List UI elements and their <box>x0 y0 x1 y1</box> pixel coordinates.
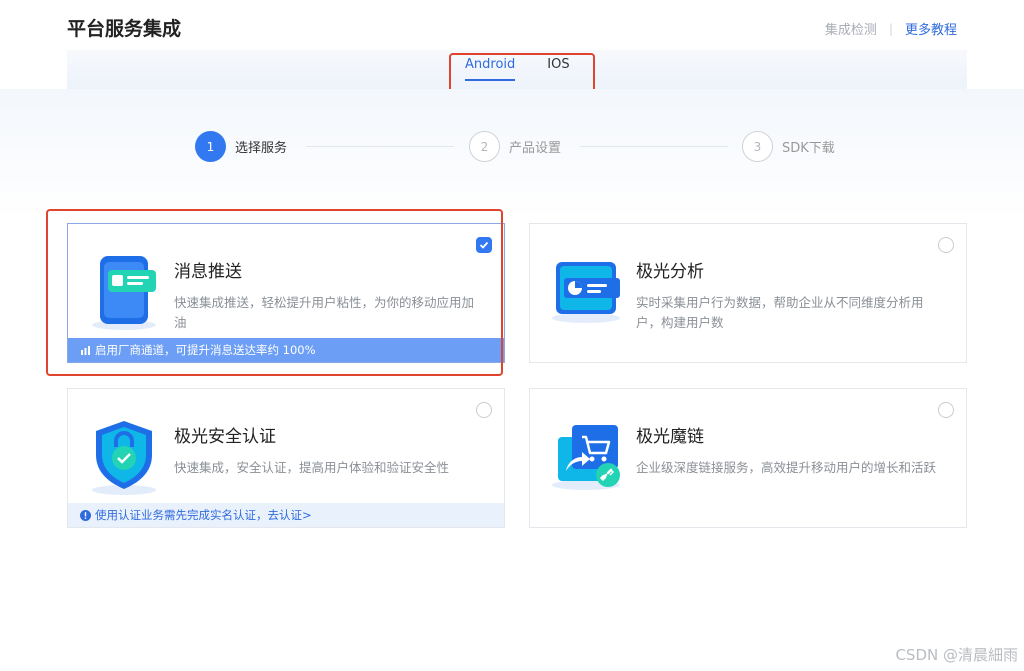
shield-lock-icon <box>90 417 162 501</box>
channel-icon <box>80 345 91 356</box>
card-description: 快速集成推送，轻松提升用户粘性，为你的移动应用加油 <box>174 295 475 330</box>
step-2: 2 产品设置 <box>469 131 561 162</box>
service-card-security[interactable]: 极光安全认证 快速集成，安全认证，提高用户体验和验证安全性 使用认证业务需先完成… <box>67 388 505 528</box>
info-icon <box>80 509 91 521</box>
phone-message-icon <box>90 252 162 336</box>
check-icon <box>479 241 489 249</box>
select-checkbox[interactable] <box>476 237 492 253</box>
step-3: 3 SDK下载 <box>742 131 835 162</box>
card-footer-notice[interactable]: 使用认证业务需先完成实名认证，去认证> <box>68 503 504 527</box>
tab-ios[interactable]: IOS <box>547 57 569 81</box>
card-title: 极光分析 <box>636 262 704 282</box>
step-1: 1 选择服务 <box>195 131 287 162</box>
select-checkbox[interactable] <box>938 402 954 418</box>
card-title: 消息推送 <box>174 262 242 282</box>
select-checkbox[interactable] <box>476 402 492 418</box>
select-checkbox[interactable] <box>938 237 954 253</box>
page-title: 平台服务集成 <box>67 18 182 40</box>
link-separator: | <box>888 21 893 36</box>
card-title: 极光安全认证 <box>174 427 276 447</box>
step-number: 2 <box>469 131 500 162</box>
header-links: 集成检测 | 更多教程 <box>825 19 957 39</box>
card-footer-notice: 启用厂商通道，可提升消息送达率约 100% <box>68 338 504 362</box>
cart-link-icon <box>550 421 626 497</box>
card-description: 企业级深度链接服务，高效提升移动用户的增长和活跃 <box>636 460 937 475</box>
card-description: 实时采集用户行为数据，帮助企业从不同维度分析用户，构建用户数 <box>636 295 924 330</box>
step-progress: 1 选择服务 2 产品设置 3 SDK下载 <box>0 131 1024 163</box>
step-connector <box>306 146 454 147</box>
card-title: 极光魔链 <box>636 427 704 447</box>
step-connector <box>580 146 728 147</box>
service-card-analysis[interactable]: 极光分析 实时采集用户行为数据，帮助企业从不同维度分析用户，构建用户数 <box>529 223 967 363</box>
more-tutorials-link[interactable]: 更多教程 <box>905 19 957 38</box>
step-label: SDK下载 <box>782 141 835 156</box>
step-number: 1 <box>195 131 226 162</box>
service-card-link[interactable]: 极光魔链 企业级深度链接服务，高效提升移动用户的增长和活跃 <box>529 388 967 528</box>
step-number: 3 <box>742 131 773 162</box>
step-label: 产品设置 <box>509 141 562 156</box>
footer-text: 启用厂商通道，可提升消息送达率约 100% <box>95 343 316 357</box>
tab-android[interactable]: Android <box>465 57 516 81</box>
service-card-push[interactable]: 消息推送 快速集成推送，轻松提升用户粘性，为你的移动应用加油 启用厂商通道，可提… <box>67 223 505 363</box>
platform-tabs: Android IOS <box>465 57 570 81</box>
integration-check-link[interactable]: 集成检测 <box>825 19 877 38</box>
analytics-chart-icon <box>550 256 626 330</box>
footer-text[interactable]: 使用认证业务需先完成实名认证，去认证> <box>95 507 312 523</box>
watermark: CSDN @清晨細雨 <box>895 646 1018 664</box>
step-label: 选择服务 <box>235 141 288 156</box>
card-description: 快速集成，安全认证，提高用户体验和验证安全性 <box>174 460 450 475</box>
